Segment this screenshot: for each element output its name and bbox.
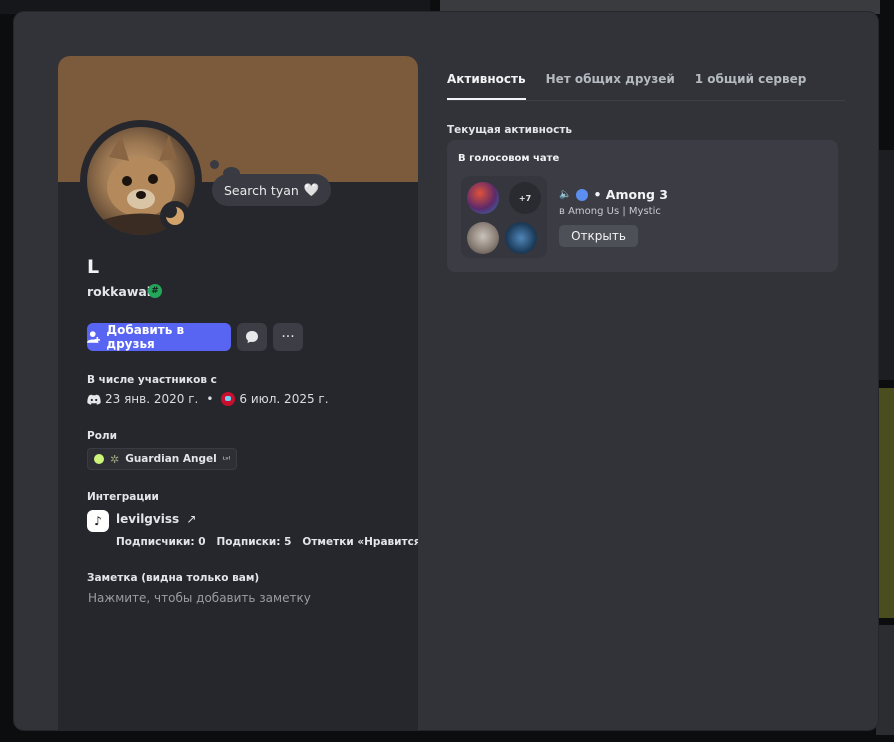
- voice-channel-line: 🔈 • Among 3: [559, 187, 668, 202]
- speaker-icon: 🔈: [559, 189, 572, 200]
- open-voice-button[interactable]: Открыть: [559, 225, 638, 247]
- add-friend-label: Добавить в друзья: [106, 323, 185, 351]
- add-user-icon: [87, 331, 101, 343]
- role-color-dot: [94, 454, 104, 464]
- voice-channel-name: • Among 3: [593, 187, 668, 202]
- role-emblem-icon: ✲: [110, 452, 120, 466]
- avatar[interactable]: [80, 120, 202, 242]
- voice-member-avatar: [467, 222, 499, 254]
- voice-server-name: в Among Us | Mystic: [559, 206, 661, 217]
- background-tile: [876, 625, 894, 735]
- tab-activity[interactable]: Активность: [447, 72, 526, 100]
- status-bubble-dot: [210, 160, 219, 169]
- username[interactable]: rokkawaii: [87, 284, 155, 299]
- note-input[interactable]: Нажмите, чтобы добавить заметку: [88, 591, 311, 605]
- server-join-date: 6 июл. 2025 г.: [239, 392, 329, 406]
- voice-member-avatar: [505, 222, 537, 254]
- date-separator: •: [206, 392, 214, 406]
- display-name: L: [87, 256, 100, 278]
- more-options-button[interactable]: ···: [273, 323, 303, 351]
- more-members-count: +7: [509, 182, 541, 214]
- custom-status-bubble[interactable]: Search tyan 🤍: [212, 174, 332, 206]
- server-icon: [221, 392, 236, 406]
- role-chip-guardian-angel[interactable]: ✲ Guardian Angel ᴸᵛˡ: [87, 448, 238, 470]
- external-link-icon: ↗: [186, 512, 197, 526]
- chat-bubble-icon: [246, 331, 258, 343]
- idle-status-icon: [160, 201, 190, 231]
- add-friend-button[interactable]: Добавить в друзья: [87, 323, 231, 351]
- tab-mutual-friends[interactable]: Нет общих друзей: [546, 72, 675, 100]
- tiktok-account-link[interactable]: levilgviss ↗: [116, 512, 196, 526]
- profile-tabs: Активность Нет общих друзей 1 общий серв…: [447, 72, 806, 100]
- custom-status-text: Search tyan: [224, 182, 299, 198]
- member-since-title: В числе участников с: [87, 374, 217, 386]
- role-suffix: ᴸᵛˡ: [222, 454, 231, 464]
- voice-card-title: В голосовом чате: [458, 153, 560, 164]
- more-dots-icon: ···: [281, 329, 295, 345]
- roles-title: Роли: [87, 430, 117, 442]
- voice-member-avatar: [467, 182, 499, 214]
- background-tile: [876, 388, 894, 618]
- tab-mutual-servers[interactable]: 1 общий сервер: [695, 72, 807, 100]
- message-button[interactable]: [237, 323, 267, 351]
- discord-logo-icon: [87, 394, 101, 405]
- tiktok-icon: ♪: [87, 510, 109, 532]
- voice-activity-card: В голосовом чате +7 🔈 • Among 3 в Among …: [447, 140, 838, 272]
- tiktok-stats: Подписчики: 0 Подписки: 5 Отметки «Нрави…: [116, 536, 418, 548]
- member-since-row: 23 янв. 2020 г. • 6 июл. 2025 г.: [87, 392, 329, 406]
- user-profile-modal: Search tyan 🤍 L rokkawaii # Добавить в д…: [14, 12, 878, 730]
- heart-icon: 🤍: [303, 182, 320, 197]
- background-tile: [876, 150, 894, 380]
- activity-heading: Текущая активность: [447, 124, 573, 136]
- note-title: Заметка (видна только вам): [87, 572, 260, 584]
- profile-panel: Search tyan 🤍 L rokkawaii # Добавить в д…: [58, 56, 418, 730]
- tabs-divider: [447, 100, 845, 101]
- hashtag-badge-icon[interactable]: #: [148, 284, 162, 298]
- integrations-title: Интеграции: [87, 491, 159, 503]
- tiktok-username: levilgviss: [116, 512, 180, 526]
- discord-join-date: 23 янв. 2020 г.: [105, 392, 199, 406]
- server-icon: [576, 188, 589, 201]
- voice-members-grid[interactable]: +7: [461, 176, 547, 258]
- role-name: Guardian Angel: [125, 453, 217, 465]
